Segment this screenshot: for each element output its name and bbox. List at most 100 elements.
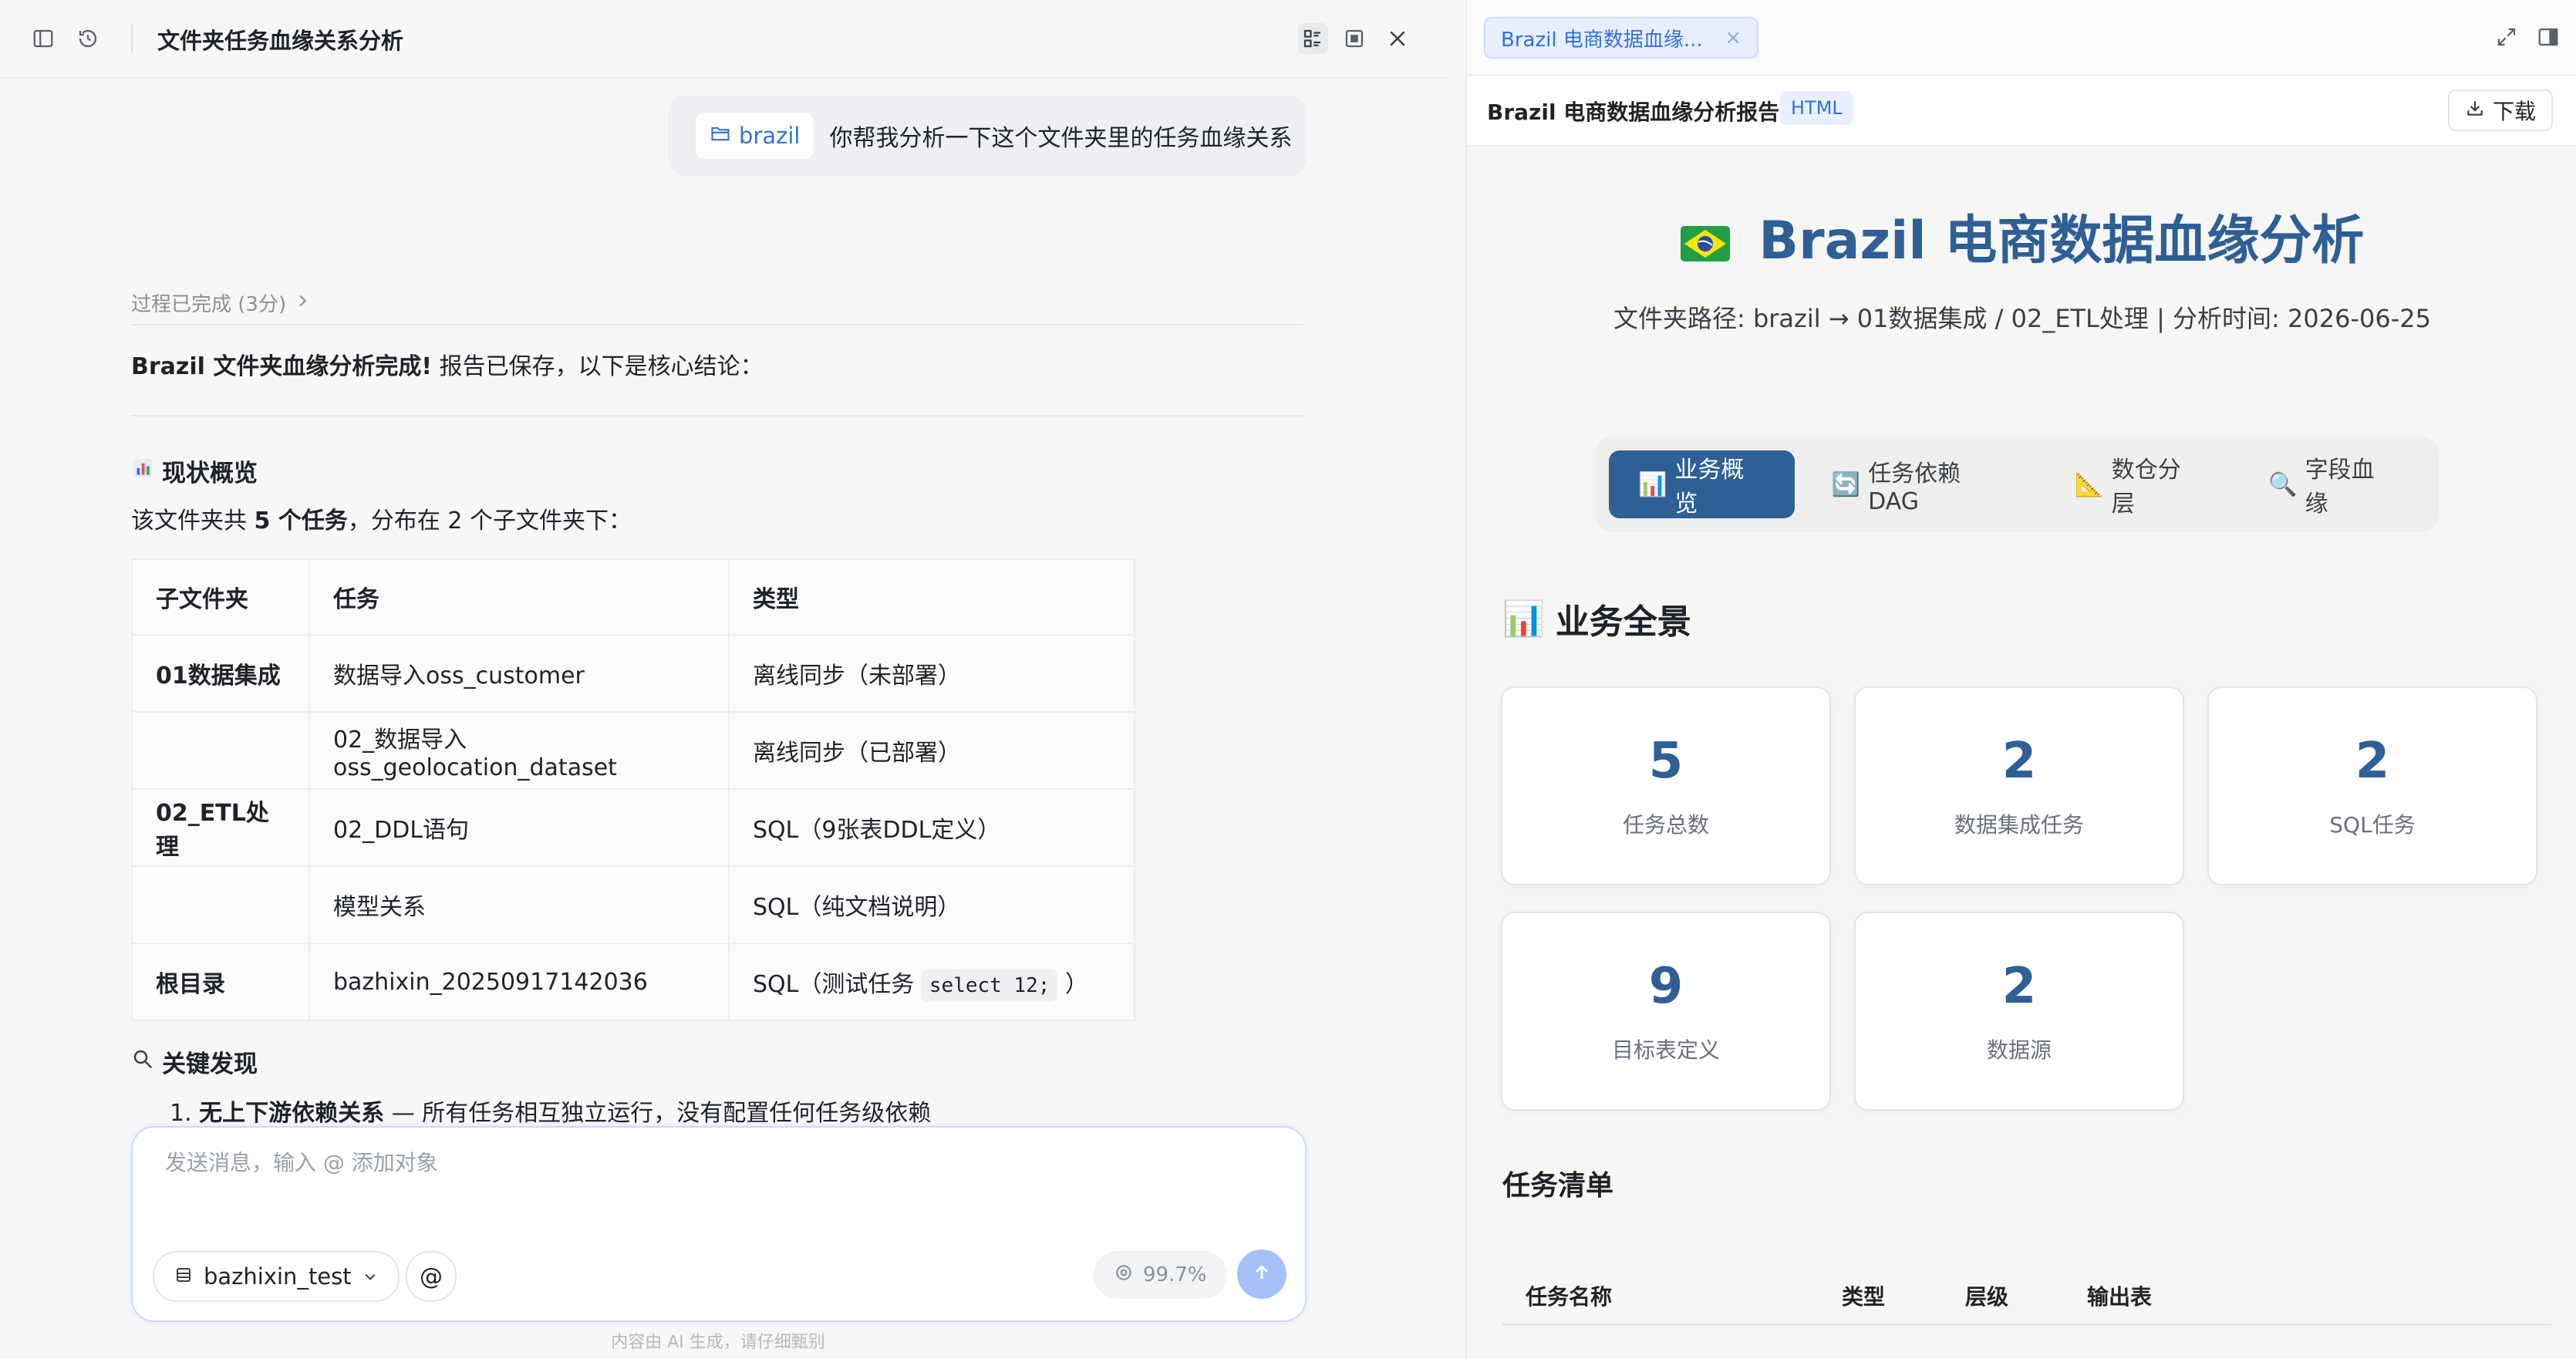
context-usage-value: 99.7% xyxy=(1143,1263,1207,1286)
table-cell: SQL（纯文档说明） xyxy=(728,865,1135,944)
table-row: 根目录 bazhixin_20250917142036 SQL（测试任务 sel… xyxy=(131,943,1135,1021)
chat-pane: 文件夹任务血缘关系分析 brazil 你帮我分析一下这个文件夹里的任务血缘关系 … xyxy=(0,0,1448,1359)
findings-heading-text: 关键发现 xyxy=(162,1050,258,1078)
overview-text-pre: 该文件夹共 xyxy=(131,508,255,534)
format-badge: HTML xyxy=(1780,91,1853,125)
user-message-text: 你帮我分析一下这个文件夹里的任务血缘关系 xyxy=(829,125,1293,152)
table-cell: 01数据集成 xyxy=(131,634,310,713)
overview-paragraph: 该文件夹共 5 个任务，分布在 2 个子文件夹下： xyxy=(131,501,632,535)
database-icon xyxy=(174,1263,193,1290)
mention-button[interactable]: @ xyxy=(406,1251,457,1302)
close-tab-icon[interactable]: × xyxy=(1725,26,1741,49)
send-button[interactable] xyxy=(1237,1249,1286,1299)
report-heading: Brazil 电商数据血缘分析 xyxy=(1467,197,2576,275)
chat-title: 文件夹任务血缘关系分析 xyxy=(157,28,404,54)
close-icon[interactable] xyxy=(1382,23,1413,54)
column-header: 类型 xyxy=(1842,1284,1886,1310)
finding-number: 1. xyxy=(170,1100,192,1127)
table-cell: 02_数据导入oss_geolocation_dataset xyxy=(309,711,730,790)
task-table: 子文件夹 任务 类型 01数据集成 数据导入oss_customer 离线同步（… xyxy=(131,558,1135,1021)
column-header: 任务名称 xyxy=(1526,1284,1613,1310)
stat-card: 2 SQL任务 xyxy=(2207,686,2537,885)
context-icon xyxy=(1114,1263,1134,1288)
file-tab[interactable]: Brazil 电商数据血缘... × xyxy=(1484,17,1758,59)
column-header: 层级 xyxy=(1965,1284,2009,1310)
table-cell: 02_ETL处理 xyxy=(131,788,310,867)
table-row: 02_数据导入oss_geolocation_dataset 离线同步（已部署） xyxy=(131,711,1135,790)
arrow-up-icon xyxy=(1251,1262,1273,1286)
magnifier-icon: 🔍 xyxy=(2268,470,2298,498)
overview-heading: 现状概览 xyxy=(131,454,258,488)
sidebar-toggle-icon[interactable] xyxy=(28,23,59,54)
chevron-down-icon xyxy=(362,1263,378,1290)
divider xyxy=(131,415,1303,416)
stop-icon[interactable] xyxy=(1339,23,1370,54)
bar-chart-icon: 📊 xyxy=(1502,599,1545,639)
table-cell: 离线同步（已部署） xyxy=(728,711,1135,790)
process-status-text: 过程已完成 (3分) xyxy=(131,293,287,316)
table-cell: SQL（测试任务 select 12; ） xyxy=(728,943,1135,1021)
stat-card: 9 目标表定义 xyxy=(1501,912,1831,1111)
tab-task-dag[interactable]: 🔄 任务依赖DAG xyxy=(1802,450,2038,518)
tab-field-lineage[interactable]: 🔍 字段血缘 xyxy=(2239,450,2425,518)
divider xyxy=(131,324,1303,325)
overview-text-bold: 5 个任务 xyxy=(254,508,348,534)
table-row: 02_ETL处理 02_DDL语句 SQL（9张表DDL定义） xyxy=(131,788,1135,867)
summary-rest: 报告已保存，以下是核心结论： xyxy=(432,353,764,380)
database-selector[interactable]: bazhixin_test xyxy=(153,1251,400,1302)
refresh-icon: 🔄 xyxy=(1831,470,1861,498)
tab-label: 字段血缘 xyxy=(2305,457,2375,518)
history-icon[interactable] xyxy=(72,23,103,54)
download-label: 下载 xyxy=(2493,99,2537,124)
stat-label: 目标表定义 xyxy=(1611,1037,1720,1063)
brazil-flag-icon xyxy=(1680,214,1730,275)
table-cell: 02_DDL语句 xyxy=(309,788,730,867)
panel-icon[interactable] xyxy=(2533,22,2564,52)
preview-tabbar: Brazil 电商数据血缘... × xyxy=(1467,0,2576,76)
download-button[interactable]: 下载 xyxy=(2448,89,2554,131)
table-cell: SQL（9张表DDL定义） xyxy=(728,788,1135,867)
tab-business-overview[interactable]: 📊 业务概览 xyxy=(1609,450,1795,518)
tab-label: 业务概览 xyxy=(1674,457,1745,518)
overview-text-post: ，分布在 2 个子文件夹下： xyxy=(347,508,632,534)
folder-icon xyxy=(710,123,731,150)
stat-label: 数据集成任务 xyxy=(1954,812,2084,838)
ruler-icon: 📐 xyxy=(2075,470,2104,498)
tab-warehouse-layers[interactable]: 📐 数仓分层 xyxy=(2045,450,2231,518)
stat-value: 2 xyxy=(2355,733,2390,790)
context-usage-indicator[interactable]: 99.7% xyxy=(1094,1251,1227,1299)
overview-heading-text: 现状概览 xyxy=(162,460,258,487)
finding-item: 1. 无上下游依赖关系 — 所有任务相互独立运行，没有配置任何任务级依赖 xyxy=(170,1094,931,1128)
task-list-header-row: 任务名称 类型 层级 输出表 xyxy=(1502,1265,2551,1326)
table-cell: 根目录 xyxy=(131,943,310,1021)
bar-chart-icon: 📊 xyxy=(1638,470,1667,498)
summary-bold: Brazil 文件夹血缘分析完成! xyxy=(131,353,433,380)
column-header: 类型 xyxy=(728,558,1135,636)
task-list-heading: 任务清单 xyxy=(1502,1170,1614,1202)
table-cell: 模型关系 xyxy=(309,865,730,944)
grid-view-icon[interactable] xyxy=(1297,23,1328,54)
process-status-toggle[interactable]: 过程已完成 (3分) xyxy=(131,288,311,317)
database-selector-label: bazhixin_test xyxy=(204,1263,352,1290)
report-nav-tabs: 📊 业务概览 🔄 任务依赖DAG 📐 数仓分层 🔍 字段血缘 xyxy=(1595,437,2439,532)
message-composer: bazhixin_test @ 99.7% xyxy=(131,1126,1307,1322)
report-preview-pane: Brazil 电商数据血缘... × Brazil 电商数据血缘分析报告 HTM… xyxy=(1465,0,2576,1359)
summary-line: Brazil 文件夹血缘分析完成! 报告已保存，以下是核心结论： xyxy=(131,347,764,381)
table-cell: 离线同步（未部署） xyxy=(728,634,1135,713)
download-icon xyxy=(2465,98,2485,123)
stat-card: 2 数据集成任务 xyxy=(1854,686,2184,885)
message-input[interactable] xyxy=(164,1149,1262,1176)
stat-label: SQL任务 xyxy=(2329,812,2416,838)
folder-reference-chip[interactable]: brazil xyxy=(696,113,814,159)
stat-card: 5 任务总数 xyxy=(1501,686,1831,885)
column-header: 子文件夹 xyxy=(131,558,310,636)
stat-label: 任务总数 xyxy=(1622,812,1709,838)
table-row: 模型关系 SQL（纯文档说明） xyxy=(131,865,1135,944)
expand-icon[interactable] xyxy=(2491,22,2522,52)
folder-chip-label: brazil xyxy=(739,123,801,149)
column-header: 输出表 xyxy=(2087,1284,2153,1310)
table-cell: 数据导入oss_customer xyxy=(309,634,730,713)
table-header-row: 子文件夹 任务 类型 xyxy=(131,558,1135,636)
inline-code: select 12; xyxy=(921,970,1058,1002)
type-text-post: ） xyxy=(1057,971,1088,998)
